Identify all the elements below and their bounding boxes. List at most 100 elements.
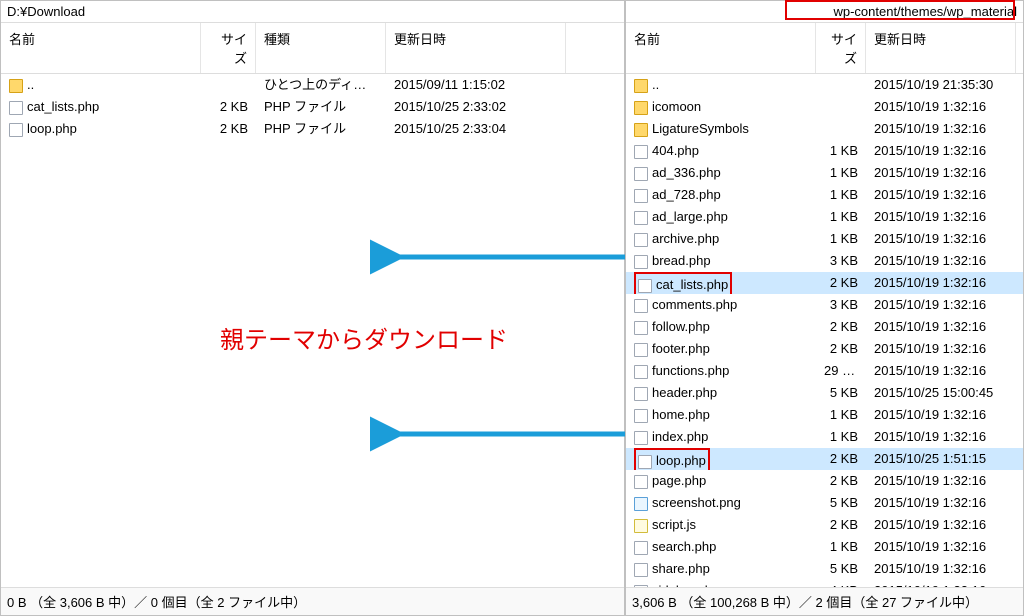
file-icon [634, 299, 648, 313]
file-size: 2 KB [816, 448, 866, 470]
table-row[interactable]: cat_lists.php2 KB2015/10/19 1:32:16 [626, 272, 1023, 294]
file-name: .. [652, 77, 659, 92]
right-path-bar[interactable]: wp-content/themes/wp_material [626, 1, 1023, 23]
left-col-date[interactable]: 更新日時 [386, 23, 566, 73]
file-icon [634, 365, 648, 379]
file-size [816, 96, 866, 118]
js-icon [634, 519, 648, 533]
file-name: functions.php [652, 363, 729, 378]
table-row[interactable]: ad_336.php1 KB2015/10/19 1:32:16 [626, 162, 1023, 184]
file-size: 3 KB [816, 250, 866, 272]
file-type: ひとつ上のディレクトリ [256, 74, 386, 96]
table-row[interactable]: bread.php3 KB2015/10/19 1:32:16 [626, 250, 1023, 272]
file-icon [9, 101, 23, 115]
file-size: 1 KB [816, 206, 866, 228]
right-col-name[interactable]: 名前 [626, 23, 816, 73]
table-row[interactable]: ad_728.php1 KB2015/10/19 1:32:16 [626, 184, 1023, 206]
file-type: PHP ファイル [256, 96, 386, 118]
table-row[interactable]: home.php1 KB2015/10/19 1:32:16 [626, 404, 1023, 426]
table-row[interactable]: sidebar.php4 KB2015/10/19 1:32:16 [626, 580, 1023, 587]
table-row[interactable]: 404.php1 KB2015/10/19 1:32:16 [626, 140, 1023, 162]
annotation-arrow-2 [370, 412, 630, 457]
file-date: 2015/10/19 1:32:16 [866, 184, 1016, 206]
file-name: archive.php [652, 231, 719, 246]
table-row[interactable]: archive.php1 KB2015/10/19 1:32:16 [626, 228, 1023, 250]
left-col-type[interactable]: 種類 [256, 23, 386, 73]
file-name: cat_lists.php [27, 99, 99, 114]
left-pane: D:¥Download 名前 サイズ 種類 更新日時 ..ひとつ上のディレクトリ… [0, 0, 625, 616]
file-date: 2015/10/25 2:33:04 [386, 118, 566, 140]
file-size [201, 74, 256, 96]
file-date: 2015/10/19 1:32:16 [866, 206, 1016, 228]
right-col-size[interactable]: サイズ [816, 23, 866, 73]
right-path: wp-content/themes/wp_material [833, 4, 1017, 19]
file-name: page.php [652, 473, 706, 488]
table-row[interactable]: follow.php2 KB2015/10/19 1:32:16 [626, 316, 1023, 338]
table-row[interactable]: page.php2 KB2015/10/19 1:32:16 [626, 470, 1023, 492]
file-size: 1 KB [816, 140, 866, 162]
file-date: 2015/10/19 1:32:16 [866, 558, 1016, 580]
file-name: screenshot.png [652, 495, 741, 510]
file-size: 2 KB [816, 272, 866, 294]
file-name: header.php [652, 385, 717, 400]
file-name: bread.php [652, 253, 711, 268]
file-date: 2015/10/19 1:32:16 [866, 536, 1016, 558]
table-row[interactable]: header.php5 KB2015/10/25 15:00:45 [626, 382, 1023, 404]
file-icon [9, 123, 23, 137]
file-icon [634, 431, 648, 445]
table-row[interactable]: LigatureSymbols2015/10/19 1:32:16 [626, 118, 1023, 140]
table-row[interactable]: index.php1 KB2015/10/19 1:32:16 [626, 426, 1023, 448]
table-row[interactable]: .. 2015/10/19 21:35:30 [626, 74, 1023, 96]
file-name: cat_lists.php [656, 277, 728, 292]
table-row[interactable]: search.php1 KB2015/10/19 1:32:16 [626, 536, 1023, 558]
file-size: 1 KB [816, 536, 866, 558]
file-size: 2 KB [816, 338, 866, 360]
file-size: 5 KB [816, 492, 866, 514]
file-icon [638, 279, 652, 293]
file-icon [634, 343, 648, 357]
table-row[interactable]: comments.php3 KB2015/10/19 1:32:16 [626, 294, 1023, 316]
file-size [816, 118, 866, 140]
table-row[interactable]: icomoon2015/10/19 1:32:16 [626, 96, 1023, 118]
table-row[interactable]: ad_large.php1 KB2015/10/19 1:32:16 [626, 206, 1023, 228]
table-row[interactable]: functions.php29 KB2015/10/19 1:32:16 [626, 360, 1023, 382]
file-size: 1 KB [816, 404, 866, 426]
table-row[interactable]: share.php5 KB2015/10/19 1:32:16 [626, 558, 1023, 580]
file-icon [634, 563, 648, 577]
table-row[interactable]: script.js2 KB2015/10/19 1:32:16 [626, 514, 1023, 536]
image-icon [634, 497, 648, 511]
left-col-name[interactable]: 名前 [1, 23, 201, 73]
file-name: LigatureSymbols [652, 121, 749, 136]
table-row[interactable]: loop.php2 KBPHP ファイル2015/10/25 2:33:04 [1, 118, 624, 140]
file-size: 1 KB [816, 162, 866, 184]
annotation-text: 親テーマからダウンロード [220, 320, 508, 355]
right-col-date[interactable]: 更新日時 [866, 23, 1016, 73]
file-icon [634, 387, 648, 401]
file-icon [634, 255, 648, 269]
right-file-list[interactable]: .. 2015/10/19 21:35:30icomoon2015/10/19 1… [626, 74, 1023, 587]
file-date: 2015/10/19 1:32:16 [866, 404, 1016, 426]
file-size: 2 KB [816, 470, 866, 492]
table-row[interactable]: footer.php2 KB2015/10/19 1:32:16 [626, 338, 1023, 360]
table-row[interactable]: ..ひとつ上のディレクトリ2015/09/11 1:15:02 [1, 74, 624, 96]
annotation-arrow-1 [370, 235, 630, 280]
table-row[interactable]: screenshot.png5 KB2015/10/19 1:32:16 [626, 492, 1023, 514]
file-size: 1 KB [816, 228, 866, 250]
file-icon [634, 475, 648, 489]
file-name: ad_728.php [652, 187, 721, 202]
file-icon [634, 211, 648, 225]
file-size: 2 KB [816, 514, 866, 536]
file-date: 2015/10/19 1:32:16 [866, 140, 1016, 162]
file-icon [634, 233, 648, 247]
left-path-bar[interactable]: D:¥Download [1, 1, 624, 23]
file-name: index.php [652, 429, 708, 444]
file-name: follow.php [652, 319, 710, 334]
table-row[interactable]: cat_lists.php2 KBPHP ファイル2015/10/25 2:33… [1, 96, 624, 118]
table-row[interactable]: loop.php2 KB2015/10/25 1:51:15 [626, 448, 1023, 470]
left-col-size[interactable]: サイズ [201, 23, 256, 73]
file-size: 2 KB [201, 118, 256, 140]
file-name: sidebar.php [652, 583, 719, 587]
file-size: 5 KB [816, 558, 866, 580]
file-size: 29 KB [816, 360, 866, 382]
file-date: 2015/10/19 21:35:30 [866, 74, 1016, 96]
